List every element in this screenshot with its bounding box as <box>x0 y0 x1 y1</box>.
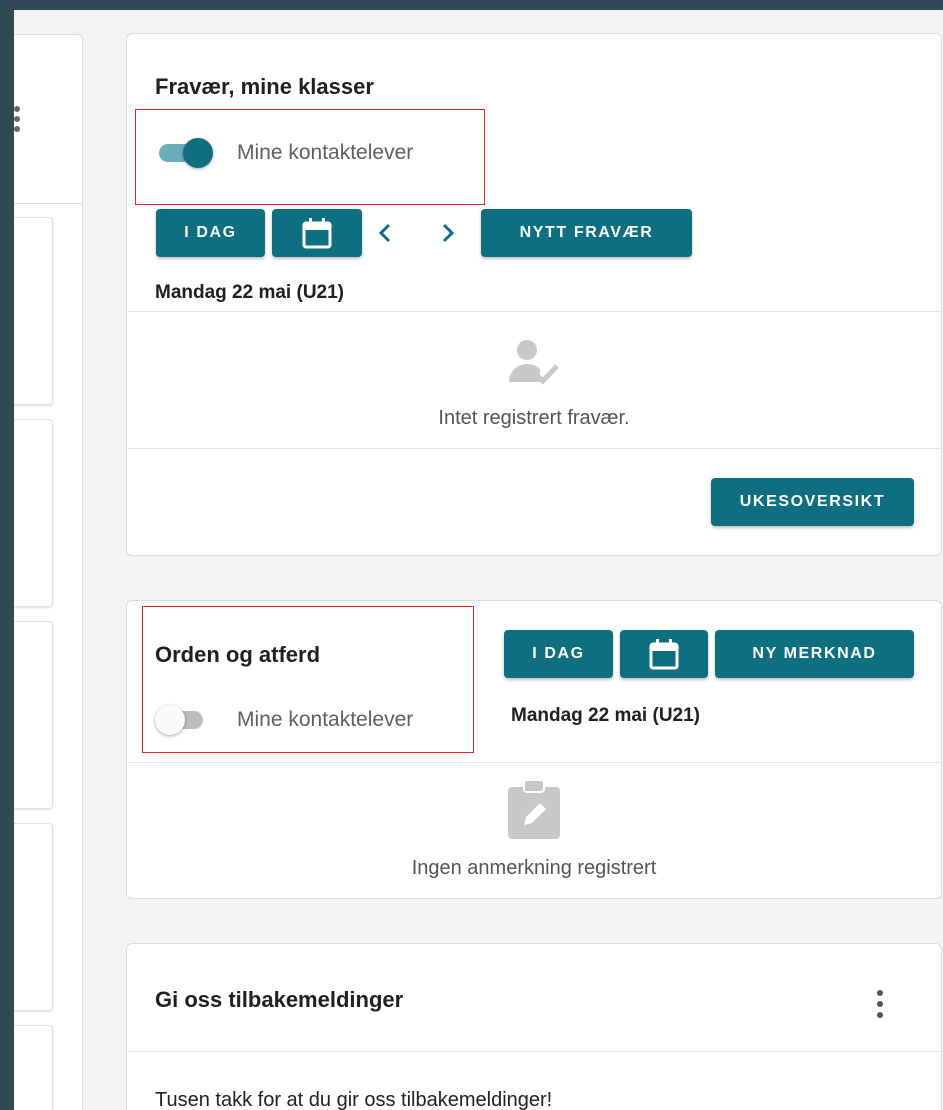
left-list-card[interactable] <box>14 621 53 809</box>
conduct-calendar-button[interactable] <box>620 630 708 678</box>
absence-empty-text: Intet registrert fravær. <box>438 407 630 429</box>
clipboard-edit-icon <box>508 779 560 839</box>
left-list-card[interactable] <box>14 217 53 405</box>
week-overview-button[interactable]: UKESOVERSIKT <box>711 478 914 526</box>
vertical-dots-icon[interactable] <box>14 105 24 133</box>
divider <box>127 1051 941 1052</box>
left-list-card[interactable] <box>14 1025 53 1110</box>
absence-date: Mandag 22 mai (U21) <box>155 282 344 303</box>
left-list-card[interactable] <box>14 419 53 607</box>
absence-card-title: Fravær, mine klasser <box>155 74 374 99</box>
divider <box>127 762 941 763</box>
conduct-today-button[interactable]: I DAG <box>504 630 613 678</box>
new-absence-button[interactable]: NYTT FRAVÆR <box>481 209 692 257</box>
conduct-date: Mandag 22 mai (U21) <box>511 705 700 726</box>
divider <box>127 311 941 312</box>
left-panel-divider <box>14 203 82 204</box>
highlight-box <box>142 606 474 753</box>
feedback-card-title: Gi oss tilbakemeldinger <box>155 987 404 1012</box>
chevron-left-icon[interactable] <box>370 209 400 257</box>
feedback-card: Gi oss tilbakemeldinger Tusen takk for a… <box>126 943 942 1110</box>
feedback-body-text: Tusen takk for at du gir oss tilbakemeld… <box>155 1089 553 1110</box>
divider <box>127 448 941 449</box>
vertical-dots-icon[interactable] <box>875 988 885 1020</box>
calendar-icon <box>302 218 332 249</box>
absence-today-button[interactable]: I DAG <box>156 209 265 257</box>
new-remark-button[interactable]: NY MERKNAD <box>715 630 914 678</box>
absence-card: Fravær, mine klasser Mine kontaktelever … <box>126 33 942 556</box>
left-list-card[interactable] <box>14 823 53 1011</box>
conduct-empty-text: Ingen anmerkning registrert <box>411 857 657 879</box>
highlight-box <box>135 109 485 205</box>
person-check-icon <box>509 340 559 385</box>
absence-calendar-button[interactable] <box>272 209 362 257</box>
chevron-right-icon[interactable] <box>433 209 463 257</box>
calendar-icon <box>649 639 679 670</box>
dashboard-frame: Fravær, mine klasser Mine kontaktelever … <box>14 10 943 1110</box>
conduct-card: Orden og atferd Mine kontaktelever I DAG… <box>126 600 942 899</box>
